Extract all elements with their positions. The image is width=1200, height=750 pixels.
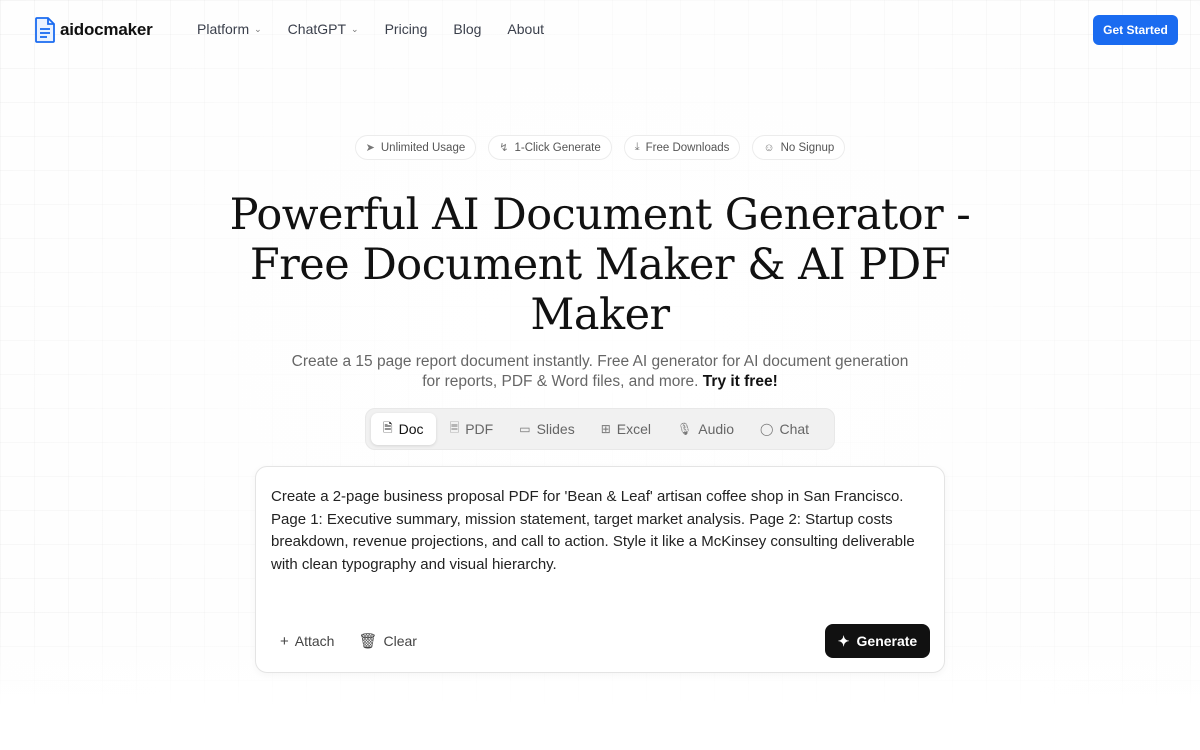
tab-label: PDF xyxy=(465,421,494,437)
subtitle-text: Create a 15 page report document instant… xyxy=(291,353,909,390)
logo-text: aidocmaker xyxy=(60,20,153,39)
nav-pricing[interactable]: Pricing xyxy=(385,21,428,37)
generate-label: Generate xyxy=(856,633,918,649)
logo[interactable]: aidocmaker xyxy=(34,17,153,43)
tab-chat[interactable]: ◯ Chat xyxy=(748,413,821,445)
page-title: Powerful AI Document Generator - Free Do… xyxy=(229,190,971,340)
badge-label: Free Downloads xyxy=(645,141,730,154)
clear-button[interactable]: 🗑 Clear xyxy=(358,632,417,650)
tab-slides[interactable]: ▭ Slides xyxy=(507,413,586,445)
generate-button[interactable]: ✦ Generate xyxy=(825,624,930,658)
pdf-icon: 🗏 xyxy=(449,420,460,435)
badge-no-signup: ☺ No Signup xyxy=(752,135,846,160)
download-icon: ⤓ xyxy=(634,141,640,153)
output-type-tabs: 🗎 Doc 🗏 PDF ▭ Slides ⊞ Excel 🎙 Audio ◯ C… xyxy=(365,408,835,450)
prompt-card: Create a 2-page business proposal PDF fo… xyxy=(255,466,945,673)
nav-label: Platform xyxy=(197,21,250,37)
trash-icon: 🗑 xyxy=(358,633,378,650)
tab-label: Doc xyxy=(398,421,424,437)
chevron-down-icon: ⌄ xyxy=(351,23,359,34)
document-icon: 🗎 xyxy=(383,420,393,435)
tab-doc[interactable]: 🗎 Doc xyxy=(371,413,436,445)
prompt-actions: + Attach 🗑 Clear xyxy=(280,632,417,651)
tab-audio[interactable]: 🎙 Audio xyxy=(665,413,746,445)
hero-subtitle: Create a 15 page report document instant… xyxy=(290,352,910,392)
tab-label: Audio xyxy=(698,421,735,437)
nav-platform[interactable]: Platform ⌄ xyxy=(197,21,262,37)
user-icon: ☺ xyxy=(763,141,775,154)
document-logo-icon xyxy=(35,17,55,43)
badge-label: Unlimited Usage xyxy=(380,141,466,154)
tab-pdf[interactable]: 🗏 PDF xyxy=(438,413,506,445)
plus-icon: + xyxy=(280,632,289,650)
tab-label: Chat xyxy=(779,421,810,437)
nav-blog[interactable]: Blog xyxy=(453,21,481,37)
badge-label: No Signup xyxy=(780,141,835,154)
slides-icon: ▭ xyxy=(519,422,531,436)
table-icon: ⊞ xyxy=(600,422,611,436)
badge-free-downloads: ⤓ Free Downloads xyxy=(623,135,741,160)
nav-label: Blog xyxy=(453,21,482,37)
badge-unlimited-usage: ➤ Unlimited Usage xyxy=(354,135,477,160)
main-nav: Platform ⌄ ChatGPT ⌄ Pricing Blog About xyxy=(197,21,570,37)
nav-label: ChatGPT xyxy=(287,21,347,37)
chevron-down-icon: ⌄ xyxy=(254,23,262,34)
get-started-button[interactable]: Get Started xyxy=(1093,15,1178,45)
nav-label: Pricing xyxy=(384,21,428,37)
attach-label: Attach xyxy=(294,633,335,649)
lightning-icon: ↯ xyxy=(499,142,509,154)
prompt-textarea[interactable]: Create a 2-page business proposal PDF fo… xyxy=(271,486,921,576)
subtitle-cta: Try it free! xyxy=(702,373,778,390)
tab-label: Slides xyxy=(536,421,575,437)
tab-excel[interactable]: ⊞ Excel xyxy=(589,413,663,445)
nav-about[interactable]: About xyxy=(507,21,544,37)
attach-button[interactable]: + Attach xyxy=(280,633,334,650)
badge-one-click-generate: ↯ 1-Click Generate xyxy=(488,135,612,160)
chat-bubble-icon: ◯ xyxy=(760,422,774,436)
nav-chatgpt[interactable]: ChatGPT ⌄ xyxy=(288,21,359,37)
rocket-icon: ➤ xyxy=(365,142,375,154)
badge-label: 1-Click Generate xyxy=(514,141,601,154)
clear-label: Clear xyxy=(383,633,417,649)
feature-badges: ➤ Unlimited Usage ↯ 1-Click Generate ⤓ F… xyxy=(0,135,1200,160)
microphone-icon: 🎙 xyxy=(677,422,693,436)
tab-label: Excel xyxy=(616,421,651,437)
sparkles-icon: ✦ xyxy=(837,632,850,649)
nav-label: About xyxy=(507,21,544,37)
site-header: aidocmaker Platform ⌄ ChatGPT ⌄ Pricing … xyxy=(0,0,1200,60)
